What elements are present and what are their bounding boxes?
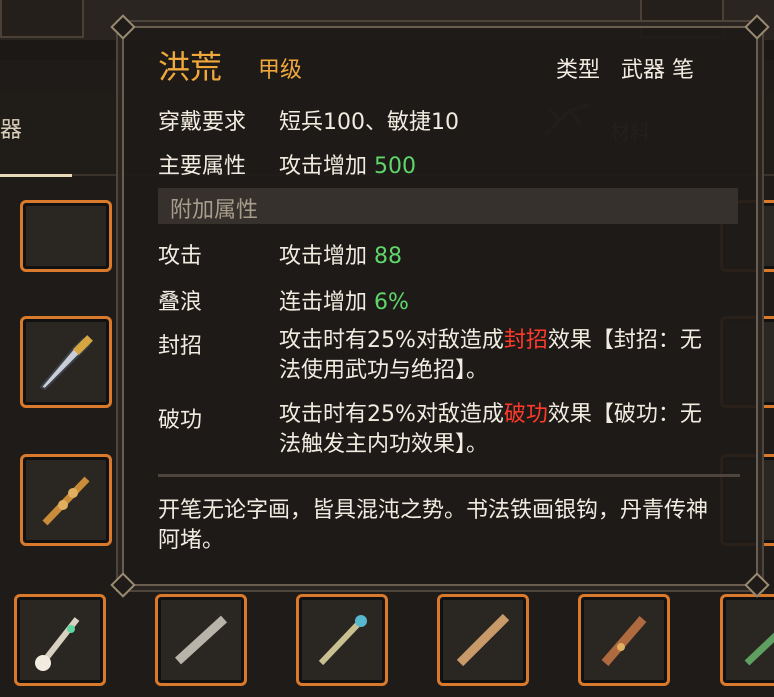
inventory-slot[interactable] bbox=[578, 594, 670, 686]
item-tooltip: 洪荒 甲级 类型 武器 笔 穿戴要求 短兵100、敏捷10 主要属性 攻击增加 … bbox=[110, 14, 770, 598]
skill-description: 攻击时有25%对敌造成封招效果【封招：无法使用武功与绝招】。 bbox=[279, 326, 719, 386]
skill-pre: 攻击时有25%对敌造成 bbox=[279, 328, 504, 353]
brush-icon bbox=[174, 615, 228, 665]
inventory-slot[interactable] bbox=[437, 594, 529, 686]
skill-description: 攻击时有25%对敌造成破功效果【破功：无法触发主内功效果】。 bbox=[279, 400, 719, 460]
attr-label: 叠浪 bbox=[158, 290, 203, 315]
item-grade: 甲级 bbox=[258, 58, 303, 83]
brush-icon bbox=[42, 476, 90, 526]
tab-equipment[interactable]: 器 bbox=[0, 112, 22, 144]
item-type-value: 武器 笔 bbox=[621, 58, 694, 83]
brush-icon bbox=[35, 617, 80, 671]
brush-icon bbox=[456, 613, 510, 667]
attr-row: 攻击增加 88 bbox=[279, 238, 402, 270]
extra-attr-header-label: 附加属性 bbox=[170, 198, 259, 223]
skill-label: 破功 bbox=[158, 408, 203, 433]
inventory-slot[interactable] bbox=[20, 316, 112, 408]
main-attr-value: 500 bbox=[374, 154, 417, 179]
inventory-slot[interactable] bbox=[155, 594, 247, 686]
item-description: 开笔无论字画，皆具混沌之势。书法铁画银钩，丹青传神阿堵。 bbox=[158, 498, 709, 553]
main-attr: 攻击增加 500 bbox=[279, 148, 416, 180]
item-type-label: 类型 bbox=[556, 58, 601, 83]
inventory-slot[interactable] bbox=[14, 594, 106, 686]
attr-value: 6% bbox=[374, 290, 409, 315]
attr-row: 连击增加 6% bbox=[279, 284, 409, 316]
attr-label: 攻击 bbox=[158, 244, 203, 269]
top-slot bbox=[0, 0, 84, 38]
skill-highlight: 封招 bbox=[503, 328, 548, 353]
requirement-value: 短兵100、敏捷10 bbox=[279, 110, 459, 135]
skill-highlight: 破功 bbox=[503, 402, 548, 427]
attr-text: 攻击增加 bbox=[279, 244, 368, 269]
skill-pre: 攻击时有25%对敌造成 bbox=[279, 402, 504, 427]
main-attr-label: 主要属性 bbox=[158, 154, 247, 179]
skill-label: 封招 bbox=[158, 334, 203, 359]
item-name: 洪荒 bbox=[158, 48, 223, 86]
brush-icon bbox=[318, 615, 367, 666]
inventory-slot[interactable] bbox=[20, 454, 112, 546]
requirement-label: 穿戴要求 bbox=[158, 110, 247, 135]
main-attr-text: 攻击增加 bbox=[279, 154, 368, 179]
tab-active-indicator bbox=[0, 174, 72, 177]
brush-icon bbox=[744, 632, 774, 666]
brush-icon bbox=[601, 616, 647, 666]
extra-attr-header: 附加属性 bbox=[158, 188, 738, 224]
divider bbox=[158, 474, 740, 477]
sword-icon bbox=[39, 335, 93, 391]
attr-text: 连击增加 bbox=[279, 290, 368, 315]
inventory-slot[interactable] bbox=[720, 594, 774, 686]
item-type: 类型 武器 笔 bbox=[556, 52, 694, 84]
inventory-slot[interactable] bbox=[296, 594, 388, 686]
inventory-slot[interactable] bbox=[20, 200, 112, 272]
attr-value: 88 bbox=[374, 244, 403, 269]
